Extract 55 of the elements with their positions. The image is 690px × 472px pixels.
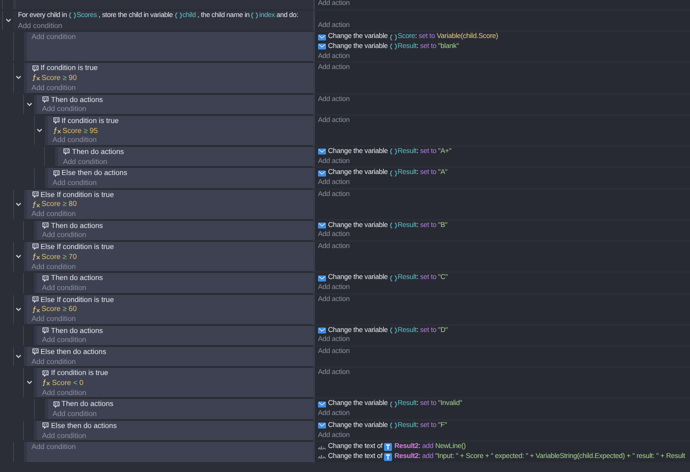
variable-action-icon — [318, 326, 326, 334]
variable-icon — [390, 148, 397, 156]
variable-icon — [68, 12, 76, 20]
comment-bubble-icon — [42, 370, 49, 377]
variable-icon — [390, 274, 397, 282]
caret-icon[interactable] — [36, 126, 43, 134]
variable-icon — [390, 222, 397, 230]
function-icon — [32, 306, 40, 313]
variable-action-icon — [318, 274, 326, 282]
function-icon — [42, 379, 51, 386]
variable-action-icon — [318, 222, 326, 230]
text-object-icon — [384, 443, 392, 452]
caret-icon[interactable] — [15, 200, 22, 208]
function-icon — [32, 74, 40, 82]
comment-bubble-icon — [42, 274, 49, 282]
comment-bubble-icon — [42, 96, 49, 103]
comment-bubble-icon — [52, 170, 60, 177]
function-icon — [52, 126, 62, 134]
variable-icon — [174, 12, 182, 20]
variable-icon — [390, 34, 397, 41]
variable-icon — [390, 400, 397, 408]
variable-action-icon — [318, 43, 326, 50]
variable-icon — [390, 170, 397, 177]
caret-icon[interactable] — [4, 17, 12, 24]
variable-action-icon — [318, 148, 326, 156]
text-action-icon — [318, 444, 326, 451]
caret-icon[interactable] — [15, 353, 22, 360]
comment-bubble-icon — [63, 148, 70, 156]
comment-bubble-icon — [42, 422, 49, 430]
comment-bubble-icon — [52, 400, 60, 408]
function-icon — [32, 253, 40, 260]
variable-action-icon — [318, 400, 326, 408]
text-object-icon — [384, 452, 392, 461]
variable-icon — [390, 43, 397, 50]
variable-action-icon — [318, 34, 326, 41]
function-icon — [32, 200, 40, 208]
variable-action-icon — [318, 422, 326, 430]
comment-bubble-icon — [42, 222, 49, 230]
comment-bubble-icon — [32, 191, 38, 198]
caret-icon[interactable] — [15, 253, 22, 260]
comment-bubble-icon — [32, 296, 38, 303]
caret-icon[interactable] — [15, 74, 22, 82]
comment-bubble-icon — [42, 326, 49, 334]
variable-icon — [390, 422, 397, 430]
comment-bubble-icon — [32, 348, 38, 356]
variable-icon — [251, 12, 258, 20]
text-action-icon — [318, 453, 326, 460]
variable-icon — [390, 326, 397, 334]
caret-icon[interactable] — [26, 100, 32, 108]
variable-action-icon — [318, 170, 326, 177]
caret-icon[interactable] — [26, 379, 32, 386]
comment-bubble-icon — [52, 117, 60, 124]
caret-icon[interactable] — [15, 306, 22, 313]
comment-bubble-icon — [32, 243, 38, 250]
comment-bubble-icon — [32, 64, 38, 72]
